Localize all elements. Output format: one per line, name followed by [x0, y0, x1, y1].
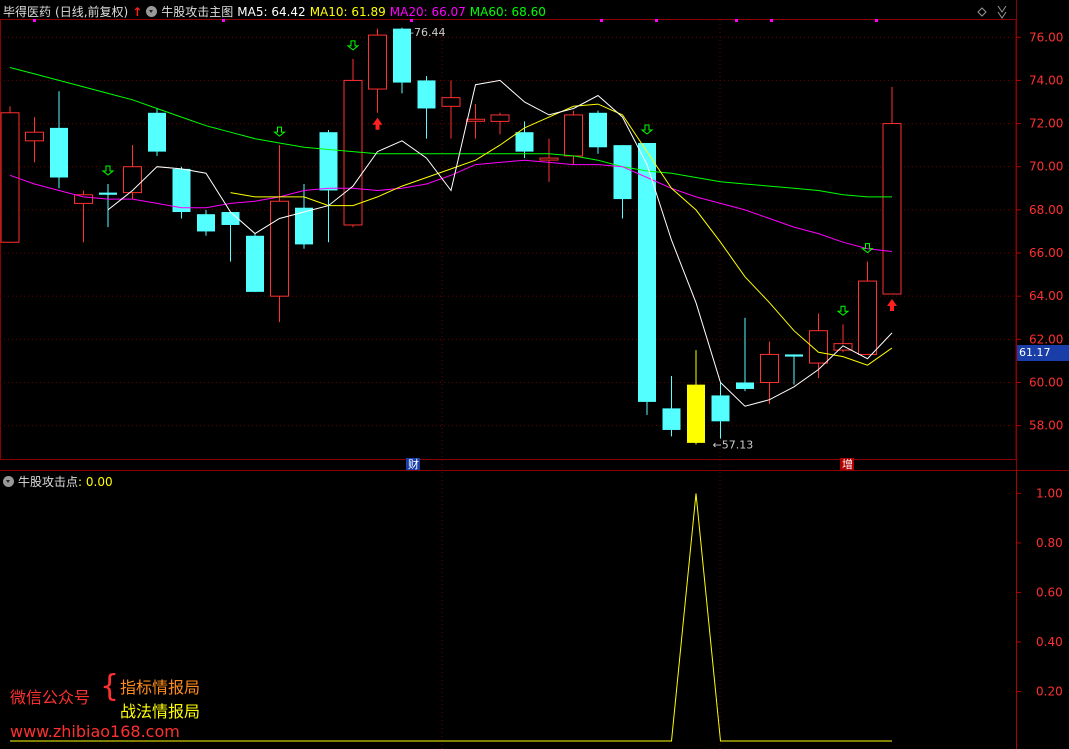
candle-body	[99, 192, 117, 195]
indicator-name[interactable]: 牛股攻击主图	[161, 3, 233, 20]
low-annotation: ←57.13	[713, 438, 754, 451]
ma60-label: MA60: 68.60	[469, 4, 546, 19]
mark-cai: 财	[408, 457, 419, 471]
candle-body	[711, 395, 730, 422]
candle-body	[441, 97, 461, 107]
price-axis-label: 68.00	[1029, 203, 1063, 217]
candle-body	[368, 34, 387, 90]
candle-body	[50, 127, 68, 178]
candle-body	[25, 131, 44, 142]
candle-body	[613, 145, 632, 200]
candle-body	[74, 194, 93, 204]
sub-axis-label: 1.00	[1036, 486, 1063, 500]
dropdown-icon[interactable]	[146, 6, 158, 17]
marker-dot	[770, 19, 773, 22]
candle-body	[221, 212, 240, 225]
sub-axis-label: 0.20	[1036, 684, 1063, 698]
sub-axis-label: 0.80	[1036, 536, 1063, 550]
candle-body	[687, 384, 705, 443]
candle-body	[589, 112, 607, 148]
ma10-label: MA10: 61.89	[309, 4, 386, 19]
candle-body	[246, 235, 264, 292]
sub-indicator-value: : 0.00	[78, 474, 113, 489]
sub-panel-header: 牛股攻击点 : 0.00	[3, 473, 113, 490]
diamond-icon	[977, 7, 987, 17]
mark-zeng: 增	[842, 457, 853, 471]
dropdown-icon[interactable]	[3, 476, 14, 487]
sell-arrow-icon	[640, 124, 654, 135]
candle-body	[490, 114, 510, 122]
candle-body	[515, 132, 534, 152]
candle-body	[564, 114, 583, 157]
period-label: (日线,前复权)	[55, 5, 129, 19]
candle-body	[148, 112, 166, 152]
buy-arrow-icon	[372, 117, 383, 130]
sell-arrow-icon	[346, 40, 360, 51]
price-axis-label: 66.00	[1029, 246, 1063, 260]
sell-arrow-icon	[273, 126, 286, 137]
candle-body	[123, 166, 142, 194]
candle-body	[197, 214, 215, 232]
sub-axis-label: 0.40	[1036, 635, 1063, 649]
price-axis-label: 74.00	[1029, 73, 1063, 87]
price-axis-label: 72.00	[1029, 117, 1063, 131]
watermark-label: 微信公众号	[10, 688, 91, 707]
price-axis-label: 76.00	[1029, 30, 1063, 44]
marker-dot	[735, 19, 738, 22]
candle-body	[662, 408, 681, 430]
ma20-label: MA20: 66.07	[389, 4, 466, 19]
sub-axis-label: 0.60	[1036, 585, 1063, 599]
sell-arrow-icon	[836, 305, 850, 316]
sell-arrow-icon	[101, 165, 115, 176]
watermark-url: www.zhibiao168.com	[10, 722, 180, 741]
buy-arrow-icon	[887, 299, 897, 312]
candle-body	[638, 142, 656, 402]
marker-dot	[600, 19, 603, 22]
candle-body	[466, 118, 485, 122]
candle-body	[760, 353, 779, 383]
sub-indicator-name[interactable]: 牛股攻击点	[18, 473, 78, 490]
candles	[0, 27, 902, 445]
marker-dot	[655, 19, 658, 22]
watermark-line2: 战法情报局	[120, 702, 201, 721]
chart-header: 毕得医药 (日线,前复权) ↑ 牛股攻击主图 MA5: 64.42 MA10: …	[3, 3, 550, 20]
candle-body	[270, 200, 289, 297]
marker-dot	[875, 19, 878, 22]
price-axis-label: 70.00	[1029, 160, 1063, 174]
watermark-line1: 指标情报局	[120, 678, 201, 697]
price-axis-label: 60.00	[1029, 375, 1063, 389]
main-panel-frame	[0, 19, 1017, 460]
candle-body	[736, 382, 754, 389]
ma20-line	[9, 159, 893, 252]
candle-body	[785, 354, 803, 357]
price-axis-label: 58.00	[1029, 419, 1063, 433]
candle-body	[172, 168, 191, 213]
ma5-label: MA5: 64.42	[237, 4, 306, 19]
candle-body	[539, 157, 559, 161]
current-price-badge: 61.17	[1017, 345, 1069, 361]
price-axis-label: 64.00	[1029, 289, 1063, 303]
candle-body	[319, 132, 338, 191]
brace-icon: {	[100, 669, 120, 704]
candle-body	[417, 80, 436, 109]
candle-body	[882, 123, 902, 295]
kline-chart[interactable]: 76.0074.0072.0070.0068.0066.0064.0062.00…	[0, 0, 1069, 749]
candle-body	[393, 28, 411, 83]
up-arrow-icon: ↑	[132, 4, 143, 19]
collapse-icon	[997, 5, 1007, 19]
sell-arrow-icon	[861, 243, 874, 254]
high-annotation: -76.44	[410, 26, 445, 39]
candle-body	[858, 280, 877, 355]
stock-name[interactable]: 毕得医药	[3, 3, 51, 20]
